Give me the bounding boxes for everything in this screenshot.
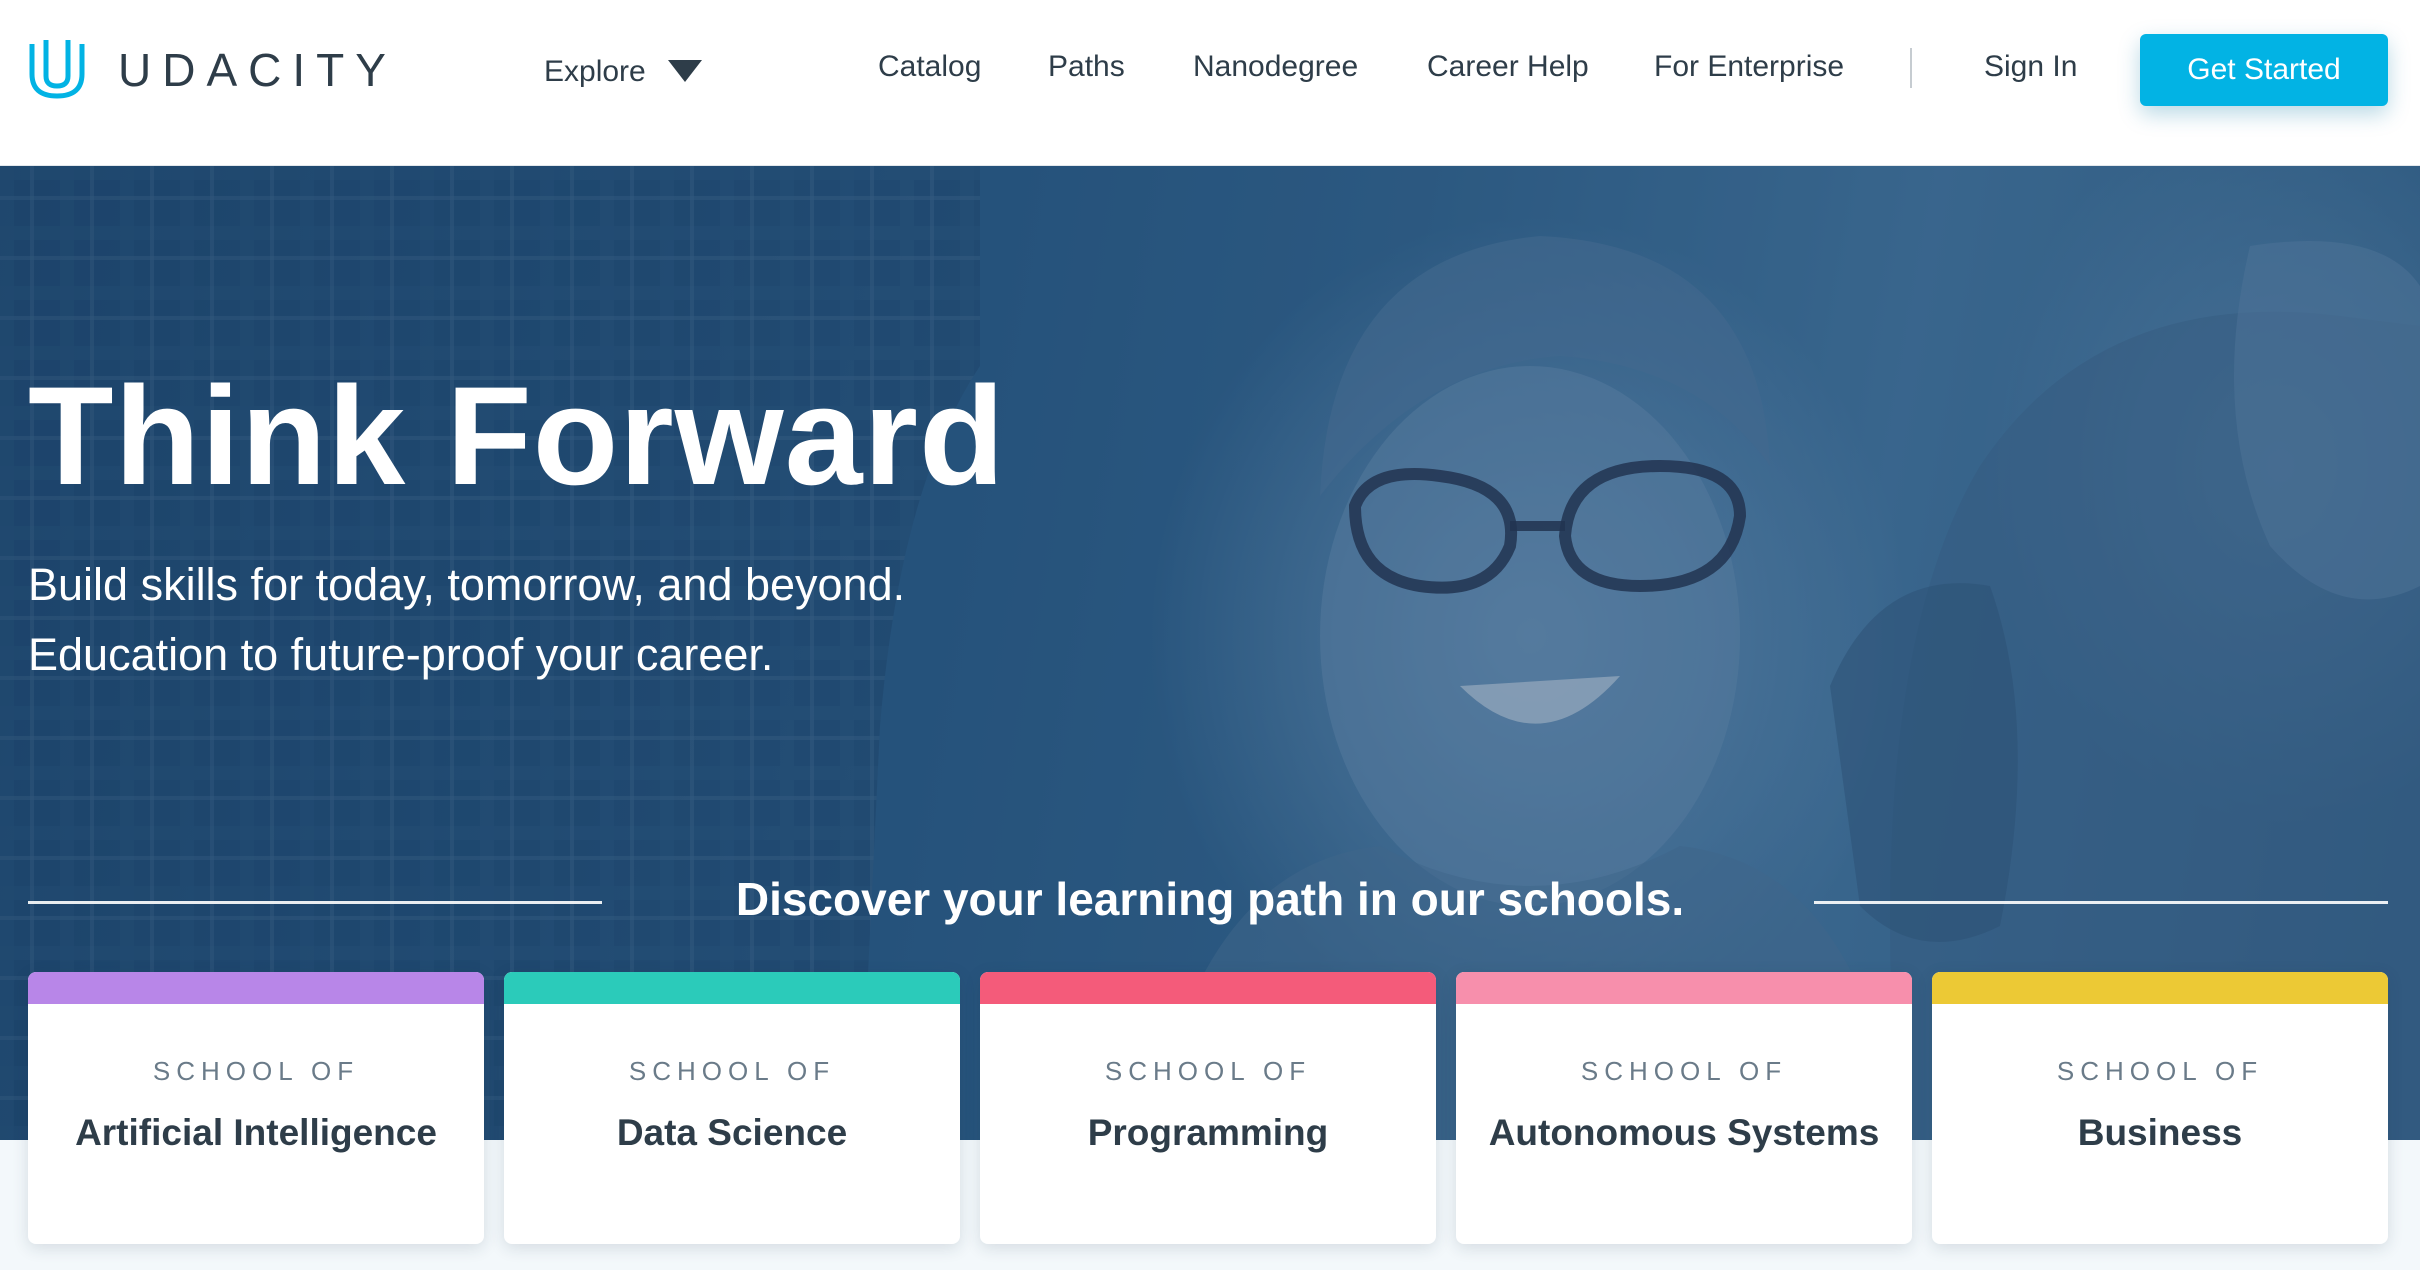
nav-link-for-enterprise[interactable]: For Enterprise — [1654, 50, 1844, 84]
hero-subtitle-line-2: Education to future-proof your career. — [28, 629, 774, 680]
discover-heading: Discover your learning path in our schoo… — [735, 873, 1685, 925]
card-title: Business — [2077, 1112, 2243, 1153]
nav-link-paths[interactable]: Paths — [1048, 50, 1125, 84]
top-nav: UDACITY Explore Catalog Paths Nanodegree… — [0, 0, 2420, 166]
nav-link-catalog[interactable]: Catalog — [878, 50, 981, 84]
school-card-data-science[interactable]: SCHOOL OF Data Science — [504, 972, 960, 1244]
school-card-programming[interactable]: SCHOOL OF Programming — [980, 972, 1436, 1244]
card-kicker: SCHOOL OF — [2056, 1056, 2264, 1086]
udacity-logo[interactable]: UDACITY — [26, 38, 397, 102]
card-color-bar — [28, 972, 484, 1004]
card-kicker: SCHOOL OF — [1580, 1056, 1788, 1086]
get-started-button[interactable]: Get Started — [2140, 34, 2388, 106]
nav-link-nanodegree[interactable]: Nanodegree — [1193, 50, 1358, 84]
card-color-bar — [1932, 972, 2388, 1004]
card-color-bar — [980, 972, 1436, 1004]
school-card-autonomous-systems[interactable]: SCHOOL OF Autonomous Systems — [1456, 972, 1912, 1244]
caret-down-icon — [667, 60, 702, 82]
school-cards: SCHOOL OF Artificial Intelligence SCHOOL… — [0, 972, 2420, 1244]
divider-line-right — [1814, 901, 2388, 904]
card-color-bar — [504, 972, 960, 1004]
sign-in-link[interactable]: Sign In — [1984, 50, 2077, 84]
school-card-business[interactable]: SCHOOL OF Business — [1932, 972, 2388, 1244]
card-kicker: SCHOOL OF — [628, 1056, 836, 1086]
udacity-logo-icon — [29, 40, 85, 99]
hero-headline: Think Forward — [28, 357, 1006, 514]
card-title: Artificial Intelligence — [75, 1112, 437, 1153]
school-card-artificial-intelligence[interactable]: SCHOOL OF Artificial Intelligence — [28, 972, 484, 1244]
brand-name: UDACITY — [118, 44, 397, 96]
card-title: Programming — [1087, 1112, 1329, 1153]
card-title: Autonomous Systems — [1488, 1112, 1880, 1153]
explore-menu[interactable]: Explore — [544, 52, 702, 92]
card-kicker: SCHOOL OF — [1104, 1056, 1312, 1086]
card-kicker: SCHOOL OF — [152, 1056, 360, 1086]
nav-divider — [1910, 48, 1912, 88]
card-color-bar — [1456, 972, 1912, 1004]
card-title: Data Science — [616, 1112, 848, 1153]
explore-label: Explore — [544, 55, 646, 88]
nav-link-career-help[interactable]: Career Help — [1427, 50, 1589, 84]
hero-subtitle-line-1: Build skills for today, tomorrow, and be… — [28, 559, 906, 610]
